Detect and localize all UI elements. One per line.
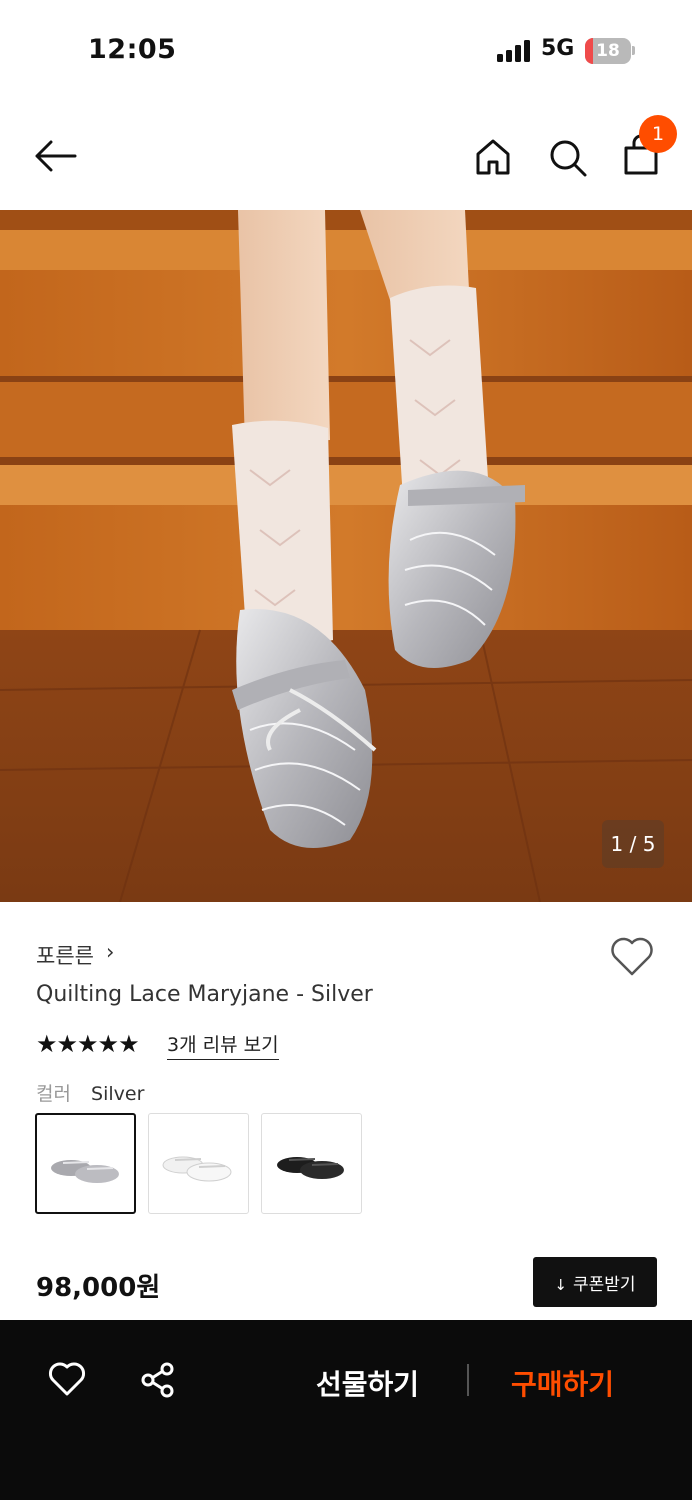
color-label: 컬러: [36, 1083, 71, 1105]
top-nav: [0, 104, 692, 210]
wishlist-button[interactable]: [609, 936, 655, 982]
product-photo: [0, 210, 692, 902]
color-option-white[interactable]: [148, 1113, 249, 1214]
back-button[interactable]: [34, 140, 78, 176]
status-bar: 12:05 5G 18: [0, 0, 692, 104]
back-arrow-icon: [35, 140, 77, 172]
shoe-black-thumb: [277, 1157, 344, 1179]
brand-link[interactable]: 포른른: [36, 940, 94, 970]
coupon-button[interactable]: ↓ 쿠폰받기: [533, 1257, 657, 1307]
color-row: 컬러 Silver: [36, 1079, 144, 1106]
cart-count-badge: 1: [639, 115, 677, 153]
shoe-silver-thumb: [51, 1160, 119, 1183]
status-time: 12:05: [88, 34, 177, 65]
price: 98,000원: [36, 1273, 161, 1303]
search-button[interactable]: [548, 138, 588, 182]
chevron-right-icon: ›: [106, 940, 115, 964]
bottom-action-bar: [0, 1320, 692, 1500]
share-icon: [141, 1362, 174, 1398]
color-option-silver[interactable]: [35, 1113, 136, 1214]
home-button[interactable]: [475, 138, 511, 180]
heart-icon: [611, 937, 653, 976]
gift-button[interactable]: 선물하기: [316, 1363, 419, 1403]
network-label: 5G: [541, 36, 575, 61]
share-button[interactable]: [139, 1361, 177, 1403]
product-name: Quilting Lace Maryjane - Silver: [36, 982, 373, 1007]
search-icon: [550, 140, 587, 177]
image-counter: 1 / 5: [602, 820, 664, 868]
bottom-wishlist-button[interactable]: [48, 1361, 86, 1401]
battery-label: 18: [596, 41, 620, 61]
reviews-link[interactable]: 3개 리뷰 보기: [167, 1030, 279, 1060]
buy-button[interactable]: 구매하기: [511, 1363, 614, 1403]
signal-icon: [497, 40, 533, 62]
divider: [467, 1364, 469, 1396]
heart-icon: [48, 1362, 86, 1396]
coupon-label: 쿠폰받기: [573, 1274, 636, 1295]
shoe-white-thumb: [162, 1156, 232, 1182]
color-value: Silver: [91, 1083, 145, 1105]
home-icon: [476, 139, 510, 175]
battery-tip: [632, 46, 635, 55]
rating-stars: ★★★★★: [36, 1030, 140, 1058]
battery-icon: 18: [585, 38, 631, 64]
download-icon: ↓: [554, 1275, 567, 1294]
color-option-black[interactable]: [261, 1113, 362, 1214]
product-image[interactable]: [0, 210, 692, 902]
